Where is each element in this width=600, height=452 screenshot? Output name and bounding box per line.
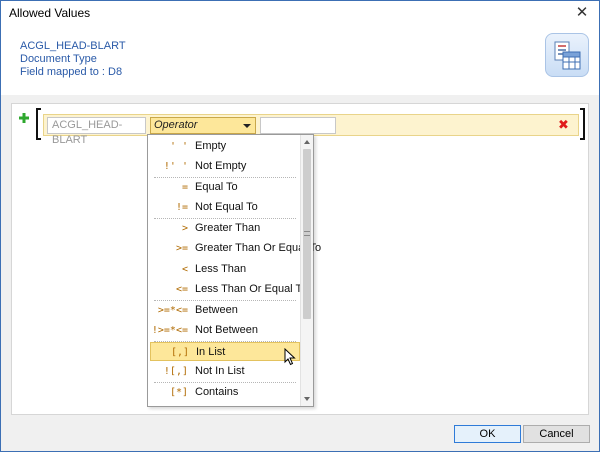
scroll-down-icon[interactable]: [304, 397, 310, 401]
field-mapping: Field mapped to : D8: [20, 66, 123, 78]
remove-condition-icon[interactable]: ✖: [558, 118, 570, 132]
operator-dropdown: ' ' Empty !' ' Not Empty = Equal To != N…: [147, 134, 321, 407]
operator-option-between[interactable]: >=*<= Between: [150, 301, 300, 320]
operator-option-not-between[interactable]: !>=*<= Not Between: [150, 321, 300, 340]
allowed-values-dialog: Allowed Values ✕ ACGL_HEAD-BLART Documen…: [0, 0, 600, 452]
window-title: Allowed Values: [9, 6, 91, 20]
scroll-up-icon[interactable]: [304, 140, 310, 144]
operator-option-greater-than[interactable]: > Greater Than: [150, 219, 300, 238]
close-icon[interactable]: ✕: [567, 1, 597, 25]
mouse-pointer-icon: [284, 348, 296, 366]
operator-option-equal-to[interactable]: = Equal To: [150, 178, 300, 197]
operator-option-less-than-or-equal[interactable]: <= Less Than Or Equal To: [150, 280, 307, 299]
operator-option-less-than[interactable]: < Less Than: [150, 260, 300, 279]
grip-icon: [304, 231, 310, 236]
operator-placeholder: Operator: [154, 119, 198, 131]
ok-button[interactable]: OK: [454, 425, 521, 443]
scroll-thumb[interactable]: [303, 149, 311, 319]
operator-option-not-empty[interactable]: !' ' Not Empty: [150, 157, 300, 176]
field-description: Document Type: [20, 53, 97, 65]
condition-row: ACGL_HEAD-BLART Operator ✖: [43, 114, 579, 146]
dropdown-scrollbar[interactable]: [300, 135, 313, 406]
operator-option-not-in-list[interactable]: ![,] Not In List: [150, 362, 300, 381]
plus-icon[interactable]: [19, 113, 29, 123]
field-name: ACGL_HEAD-BLART: [20, 40, 126, 52]
list-grid-icon: [545, 33, 589, 77]
operator-option-in-list[interactable]: [,] In List: [150, 342, 300, 361]
operator-select[interactable]: Operator: [150, 117, 256, 134]
operator-option-greater-than-or-equal[interactable]: >= Greater Than Or Equal To: [150, 239, 321, 258]
operator-option-contains[interactable]: [*] Contains: [150, 383, 300, 402]
condition-value-input[interactable]: [260, 117, 336, 134]
field-info-header: ACGL_HEAD-BLART Document Type Field mapp…: [1, 25, 599, 95]
group-bracket-right: [580, 108, 585, 140]
condition-field[interactable]: ACGL_HEAD-BLART: [47, 117, 146, 146]
chevron-down-icon: [243, 124, 251, 128]
operator-option-not-equal-to[interactable]: != Not Equal To: [150, 198, 300, 217]
cancel-button[interactable]: Cancel: [523, 425, 590, 443]
operator-option-empty[interactable]: ' ' Empty: [150, 137, 300, 156]
title-bar: Allowed Values ✕: [1, 1, 599, 25]
group-bracket-left: [36, 108, 41, 140]
